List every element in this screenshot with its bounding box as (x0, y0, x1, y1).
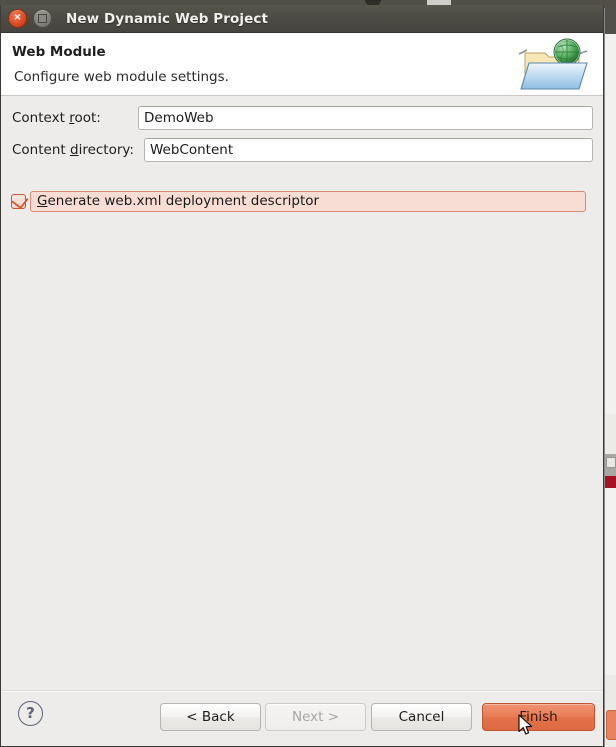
background-window-titlebar (605, 8, 616, 34)
dialog-titlebar[interactable]: × New Dynamic Web Project (1, 5, 603, 33)
cancel-button[interactable]: Cancel (371, 703, 472, 731)
background-window-checkbox (606, 457, 616, 468)
generate-webxml-checkbox[interactable] (11, 191, 29, 209)
next-button: Next > (265, 703, 366, 731)
wizard-header: Web Module Configure web module settings… (1, 33, 603, 96)
page-title: Web Module (12, 44, 106, 60)
screen: × New Dynamic Web Project Web Module Con… (0, 0, 616, 747)
context-root-label: Context root: (12, 110, 101, 126)
context-root-input[interactable] (138, 106, 593, 130)
generate-webxml-label[interactable]: Generate web.xml deployment descriptor (30, 190, 586, 212)
maximize-glyph (38, 14, 47, 23)
new-dynamic-web-project-dialog: × New Dynamic Web Project Web Module Con… (0, 5, 604, 747)
content-directory-label: Content directory: (12, 142, 134, 158)
content-directory-input[interactable] (144, 138, 593, 162)
background-window-content-lower (605, 488, 616, 675)
checkmark-icon (11, 191, 29, 209)
back-button[interactable]: < Back (160, 703, 261, 731)
background-window[interactable] (604, 8, 616, 747)
finish-button[interactable]: Finish (482, 703, 595, 731)
background-window-content (605, 34, 616, 414)
wizard-body: Context root: Content directory: Generat… (1, 96, 603, 690)
close-icon[interactable]: × (8, 9, 27, 28)
background-window-red-marker (605, 476, 616, 488)
help-icon[interactable]: ? (18, 701, 43, 726)
maximize-icon[interactable] (33, 9, 52, 28)
background-window-accent-button (606, 710, 616, 740)
background-window-section (605, 414, 616, 454)
close-glyph: × (13, 12, 22, 23)
content-directory-row: Content directory: (1, 137, 603, 163)
page-subtitle: Configure web module settings. (14, 69, 229, 85)
web-project-folder-globe-icon (517, 37, 597, 93)
context-root-row: Context root: (1, 105, 603, 131)
dialog-title: New Dynamic Web Project (66, 10, 269, 27)
generate-webxml-row[interactable]: Generate web.xml deployment descriptor (11, 190, 586, 212)
